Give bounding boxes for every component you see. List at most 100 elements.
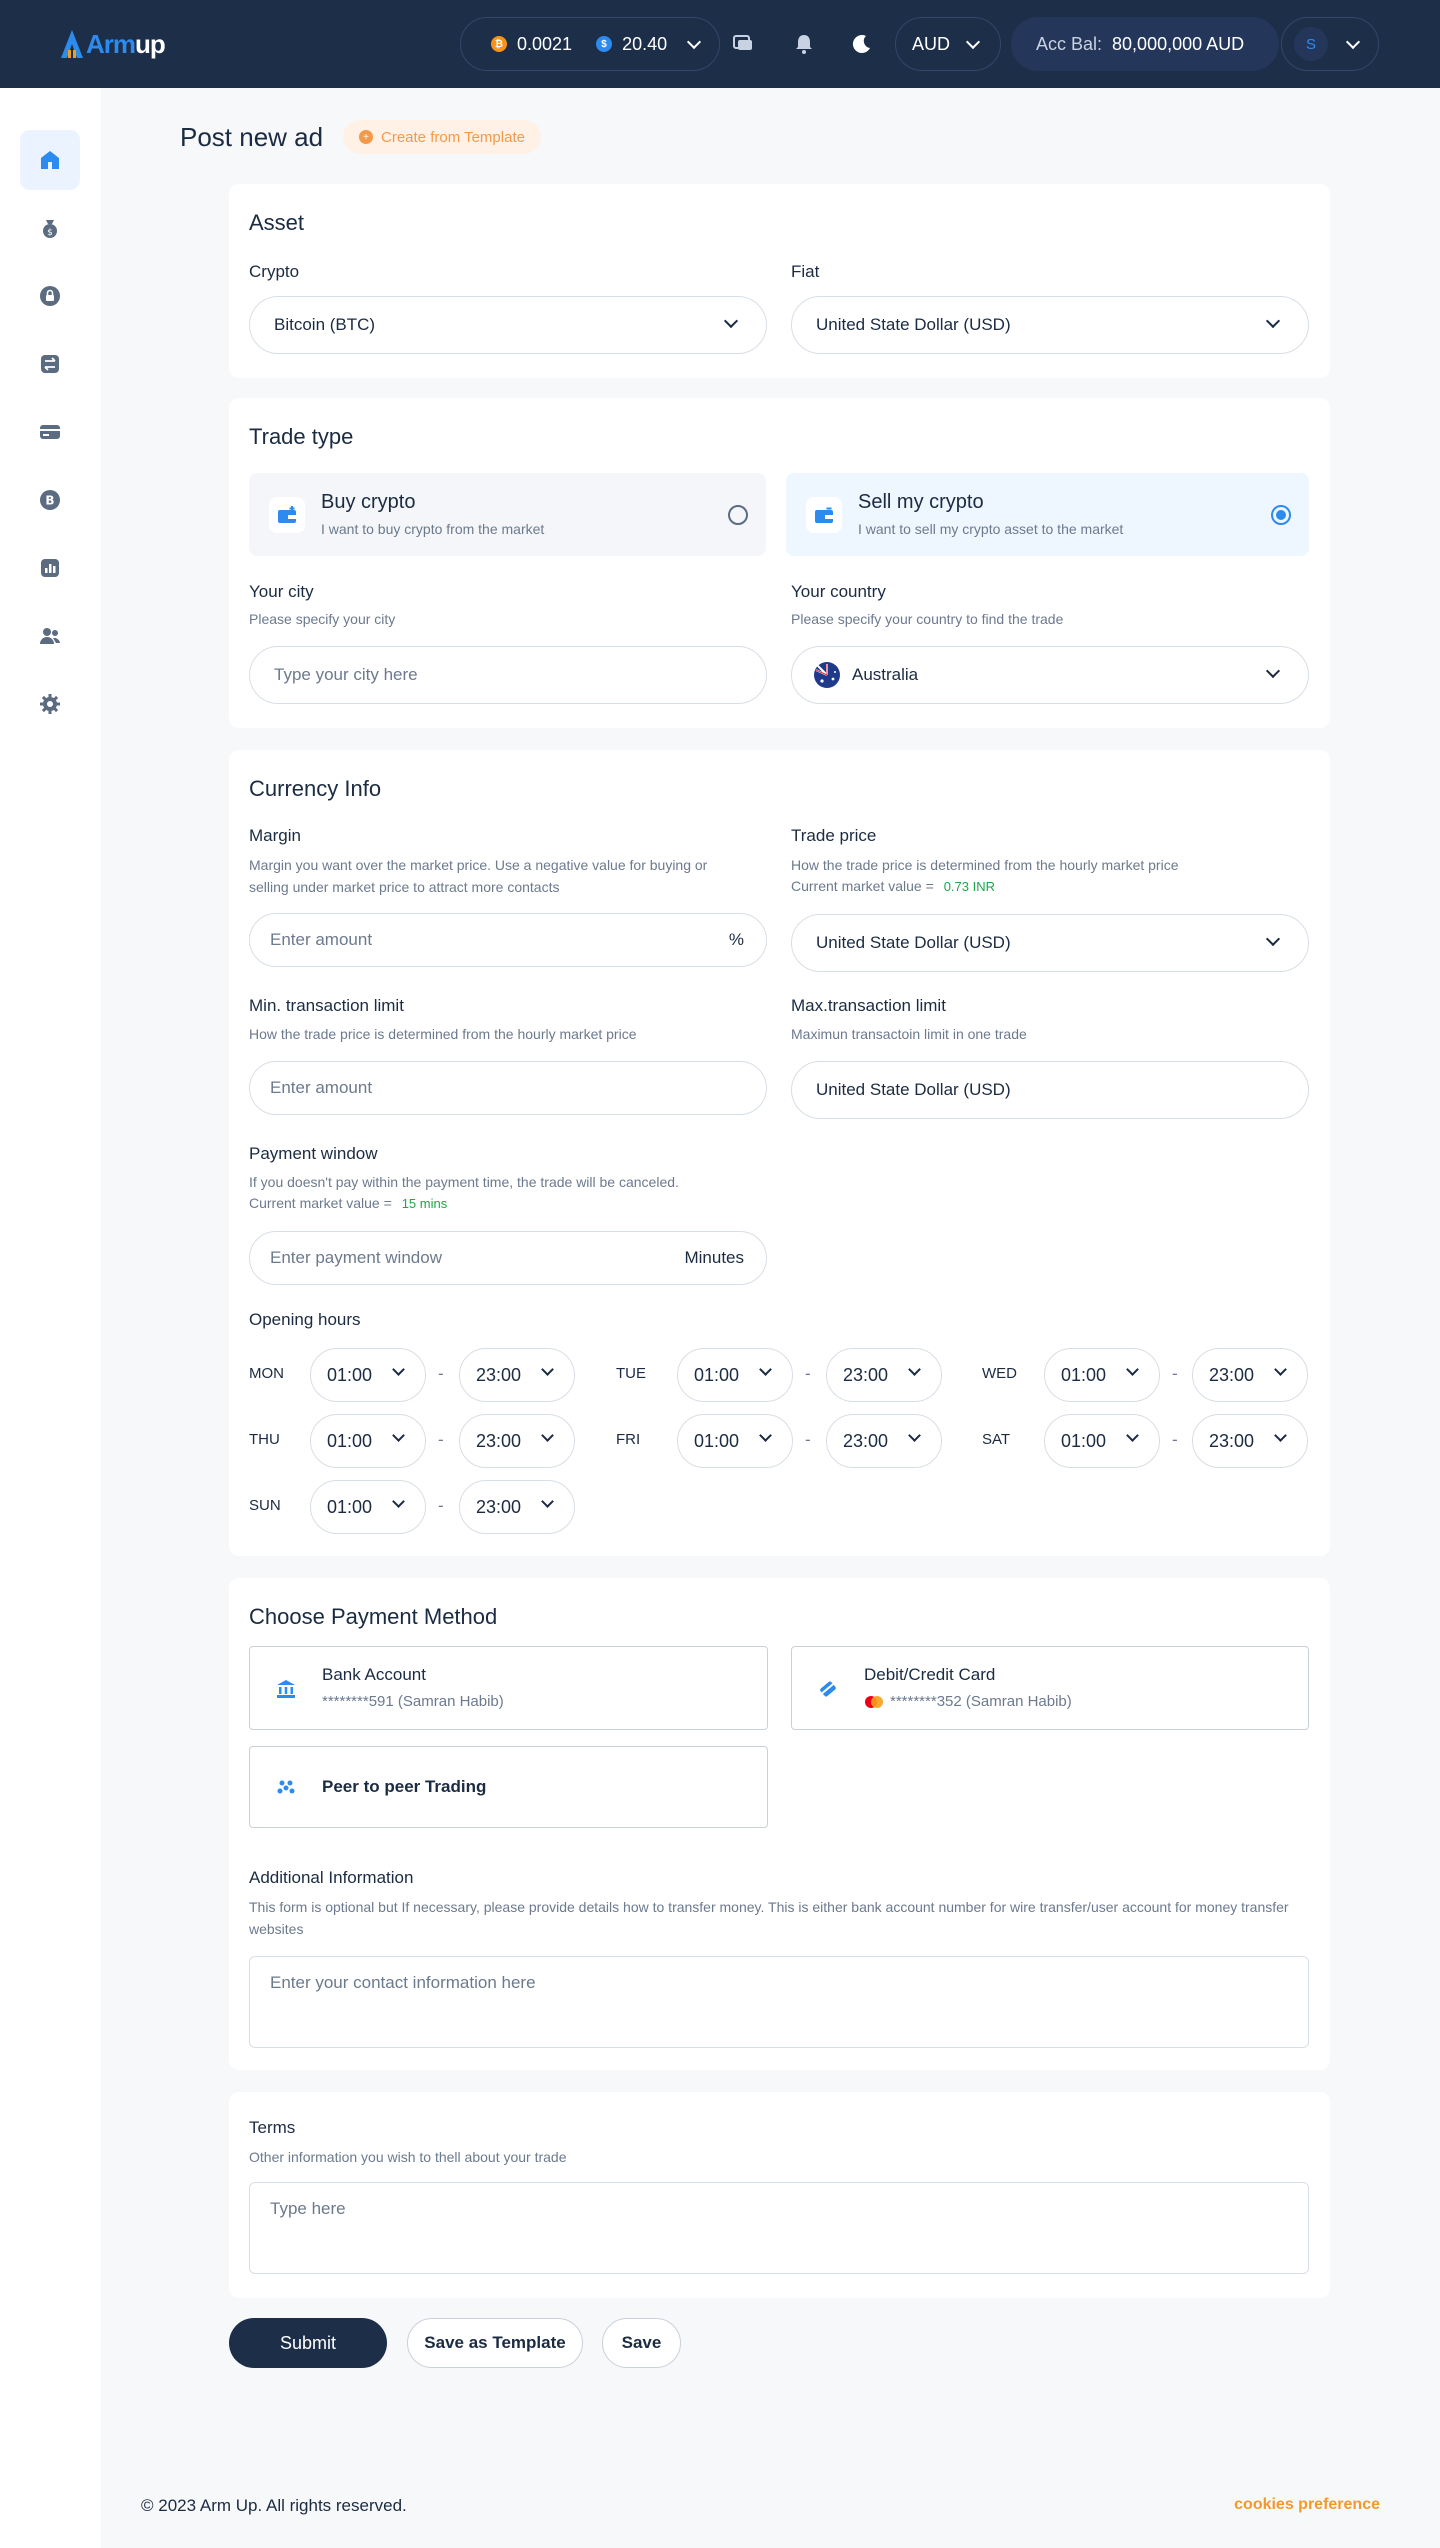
fiat-select[interactable]: United State Dollar (USD) — [791, 296, 1309, 354]
time-value: 01:00 — [327, 1364, 373, 1385]
page-title: Post new ad — [180, 122, 324, 152]
sidebar-item-exchange[interactable] — [20, 334, 80, 394]
close-time-select[interactable]: 23:00 — [459, 1414, 575, 1468]
city-input[interactable]: Type your city here — [249, 646, 767, 704]
sell-crypto-option[interactable]: Sell my crypto I want to sell my crypto … — [786, 473, 1309, 556]
country-select[interactable]: Australia — [791, 646, 1309, 704]
bell-icon[interactable] — [792, 32, 816, 56]
submit-button[interactable]: Submit — [229, 2318, 387, 2368]
create-from-template-button[interactable]: + Create from Template — [343, 120, 541, 154]
time-separator: - — [438, 1364, 444, 1383]
chevron-down-icon — [759, 1363, 772, 1376]
city-label: Your city — [249, 582, 314, 601]
chevron-down-icon — [1345, 34, 1361, 50]
open-time-select[interactable]: 01:00 — [1044, 1414, 1160, 1468]
sidebar-item-home[interactable] — [20, 130, 80, 190]
sell-crypto-subtitle: I want to sell my crypto asset to the ma… — [858, 521, 1124, 537]
min-limit-placeholder: Enter amount — [270, 1078, 373, 1097]
terms-textarea[interactable]: Type here — [249, 2182, 1309, 2274]
max-limit-hint: Maximun transactoin limit in one trade — [791, 1026, 1027, 1042]
crypto-label: Crypto — [249, 262, 300, 281]
wallet-icon — [269, 497, 305, 533]
close-time-select[interactable]: 23:00 — [1192, 1414, 1308, 1468]
minutes-suffix: Minutes — [684, 1248, 744, 1267]
logo-mark-icon — [61, 30, 83, 58]
day-label: SUN — [249, 1497, 281, 1514]
sidebar-item-security[interactable] — [20, 266, 80, 326]
day-label: WED — [982, 1365, 1017, 1382]
sidebar-item-settings[interactable] — [20, 674, 80, 734]
card-option[interactable]: Debit/Credit Card ********352 (Samran Ha… — [791, 1646, 1309, 1730]
trade-price-select[interactable]: United State Dollar (USD) — [791, 914, 1309, 972]
home-icon — [41, 151, 59, 169]
moon-icon[interactable] — [850, 32, 874, 56]
max-limit-input[interactable]: United State Dollar (USD) — [791, 1061, 1309, 1119]
time-value: 23:00 — [843, 1430, 889, 1451]
margin-input[interactable]: Enter amount % — [249, 913, 767, 967]
min-limit-input[interactable]: Enter amount — [249, 1061, 767, 1115]
p2p-title: Peer to peer Trading — [322, 1777, 487, 1796]
payment-window-market-value: 15 mins — [401, 1196, 448, 1211]
save-as-template-button[interactable]: Save as Template — [407, 2318, 583, 2368]
chevron-down-icon — [965, 34, 981, 50]
crypto-select[interactable]: Bitcoin (BTC) — [249, 296, 767, 354]
additional-info-textarea[interactable]: Enter your contact information here — [249, 1956, 1309, 2048]
close-time-select[interactable]: 23:00 — [459, 1480, 575, 1534]
logo[interactable]: Armup — [58, 24, 166, 64]
save-button[interactable]: Save — [602, 2318, 681, 2368]
max-limit-label: Max.transaction limit — [791, 996, 946, 1015]
open-time-select[interactable]: 01:00 — [310, 1414, 426, 1468]
sidebar-item-analytics[interactable] — [20, 538, 80, 598]
payment-window-market-label: Current market value = — [249, 1195, 392, 1211]
time-value: 23:00 — [476, 1496, 522, 1517]
chevron-down-icon — [1274, 1429, 1287, 1442]
open-time-select[interactable]: 01:00 — [310, 1480, 426, 1534]
sidebar-item-crypto[interactable]: B — [20, 470, 80, 530]
sidebar-item-wallet[interactable]: $ — [20, 198, 80, 258]
sidebar-item-users[interactable] — [20, 606, 80, 666]
time-value: 23:00 — [1209, 1430, 1255, 1451]
account-balance: Acc Bal: 80,000,000 AUD — [1011, 17, 1279, 71]
chevron-down-icon — [908, 1429, 921, 1442]
buy-crypto-option[interactable]: Buy crypto I want to buy crypto from the… — [249, 473, 766, 556]
time-separator: - — [805, 1364, 811, 1383]
buy-crypto-radio[interactable] — [728, 505, 748, 525]
time-value: 23:00 — [1209, 1364, 1255, 1385]
time-value: 01:00 — [694, 1364, 740, 1385]
currency-dropdown[interactable]: AUD — [895, 17, 1001, 71]
chevron-down-icon — [541, 1363, 554, 1376]
top-header: Armup ₿ 0.0021 $ 20.40 AUD Acc Bal: 80,0… — [0, 0, 1440, 88]
bank-account-option[interactable]: Bank Account ********591 (Samran Habib) — [249, 1646, 768, 1730]
terms-label: Terms — [249, 2118, 296, 2137]
open-time-select[interactable]: 01:00 — [1044, 1348, 1160, 1402]
open-time-select[interactable]: 01:00 — [677, 1414, 793, 1468]
day-label: FRI — [616, 1431, 641, 1448]
chevron-down-icon — [541, 1495, 554, 1508]
lock-icon — [40, 286, 60, 306]
country-value: Australia — [852, 665, 919, 684]
close-time-select[interactable]: 23:00 — [826, 1348, 942, 1402]
time-value: 01:00 — [694, 1430, 740, 1451]
current-market-value: 0.73 INR — [943, 879, 995, 894]
chat-icon[interactable] — [731, 32, 755, 56]
user-menu[interactable]: S — [1281, 17, 1379, 71]
close-time-select[interactable]: 23:00 — [459, 1348, 575, 1402]
close-time-select[interactable]: 23:00 — [1192, 1348, 1308, 1402]
sell-crypto-radio[interactable] — [1271, 505, 1291, 525]
currency-info-card: Currency Info Margin Margin you want ove… — [229, 750, 1330, 1556]
open-time-select[interactable]: 01:00 — [310, 1348, 426, 1402]
payment-window-input[interactable]: Enter payment window Minutes — [249, 1231, 767, 1285]
time-separator: - — [805, 1430, 811, 1449]
time-value: 23:00 — [476, 1430, 522, 1451]
currency-info-title: Currency Info — [249, 776, 382, 801]
p2p-option[interactable]: Peer to peer Trading — [249, 1746, 768, 1828]
cookies-preference-link[interactable]: cookies preference — [1234, 2496, 1380, 2514]
payment-window-placeholder: Enter payment window — [270, 1248, 442, 1267]
open-time-select[interactable]: 01:00 — [677, 1348, 793, 1402]
sidebar-item-cards[interactable] — [20, 402, 80, 462]
close-time-select[interactable]: 23:00 — [826, 1414, 942, 1468]
day-label: MON — [249, 1365, 284, 1382]
balance-dropdown[interactable]: ₿ 0.0021 $ 20.40 — [460, 17, 720, 71]
time-value: 23:00 — [843, 1364, 889, 1385]
payment-window-market: Current market value = 15 mins — [249, 1192, 447, 1215]
